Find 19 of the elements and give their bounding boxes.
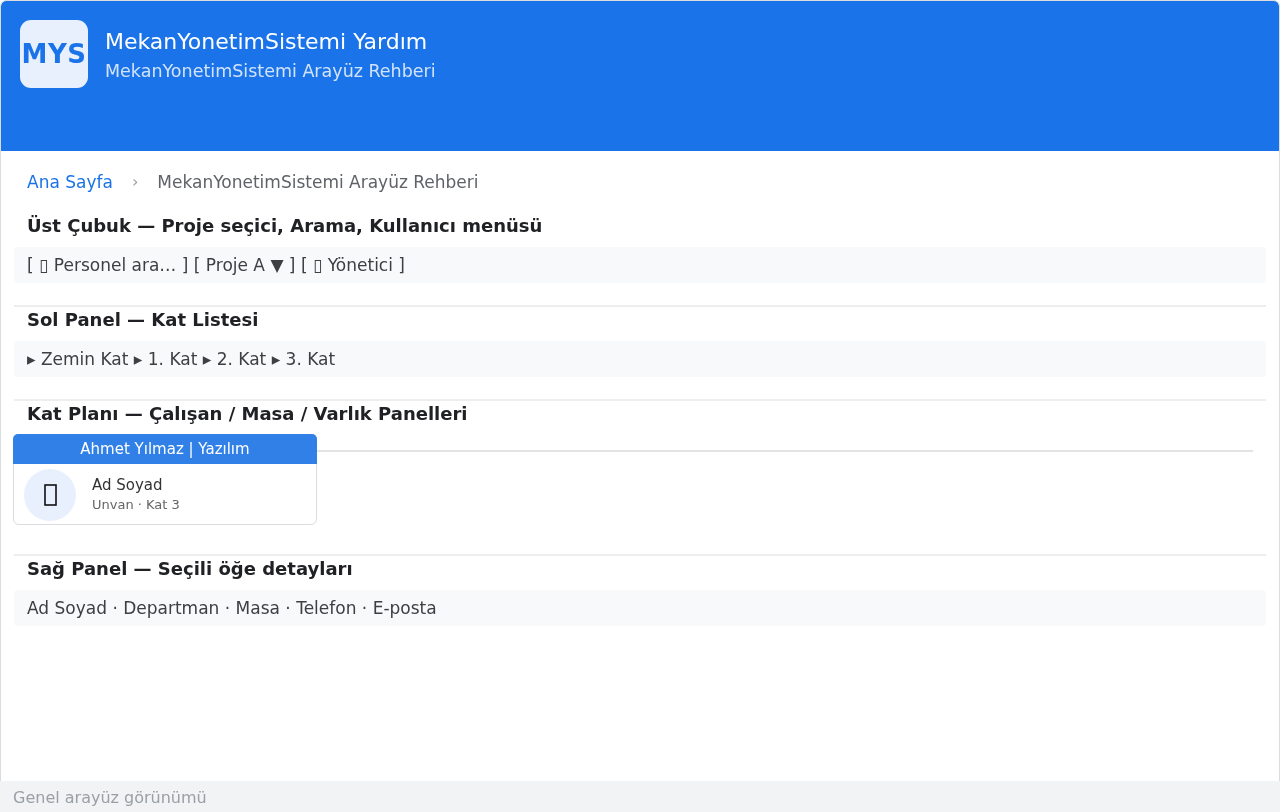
section-heading: Sağ Panel — Seçili öğe detayları [26,557,354,581]
wireframe-text: Ad Soyad · Departman · Masa · Telefon · E-posta [14,590,1266,626]
section-heading: Üst Çubuk — Proje seçici, Arama, Kullanıcı menüsü [26,214,544,238]
employee-meta: Unvan · Kat 3 [92,496,180,514]
breadcrumb-separator: › [131,171,139,193]
status-bar: Genel arayüz görünümü [0,781,1280,812]
app-subtitle: MekanYonetimSistemi Arayüz Rehberi [105,60,436,83]
breadcrumb-current: MekanYonetimSistemi Arayüz Rehberi [157,171,479,194]
app-logo: MYS [20,20,88,88]
wireframe-text: [ ▯ Personel ara… ] [ Proje A ▼ ] [ ▯ Yönetici ] [14,247,1266,283]
employee-name: Ad Soyad [92,475,164,495]
section-heading: Sol Panel — Kat Listesi [26,308,260,332]
wireframe-text: ▸ Zemin Kat ▸ 1. Kat ▸ 2. Kat ▸ 3. Kat [14,341,1266,377]
avatar-icon [24,469,76,521]
section-heading: Kat Planı — Çalışan / Masa / Varlık Panelleri [26,402,469,426]
breadcrumb-link[interactable]: Ana Sayfa [27,170,113,194]
card-header: Ahmet Yılmaz | Yazılım [13,434,317,464]
employee-card[interactable]: Ahmet Yılmaz | Yazılım Ad Soyad Unvan · Kat 3 [13,434,317,525]
app-title: MekanYonetimSistemi Yardım [105,28,429,56]
